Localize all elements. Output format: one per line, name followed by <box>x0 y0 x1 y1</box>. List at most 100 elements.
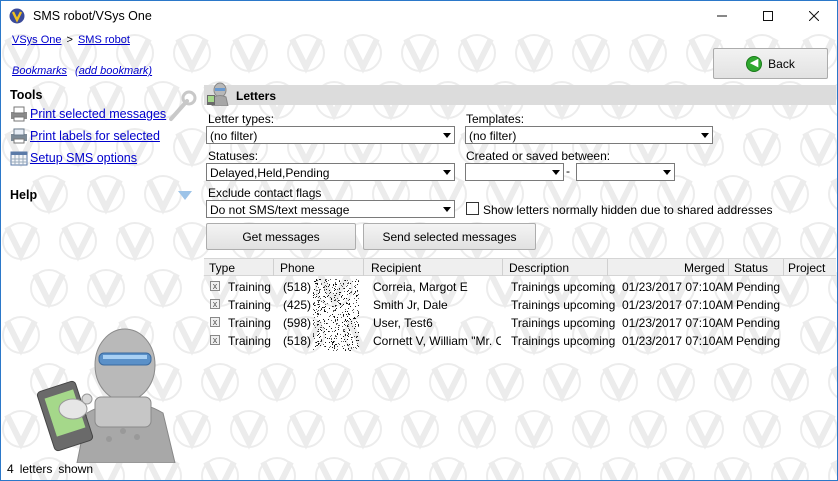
chevron-down-icon <box>701 133 709 138</box>
templates-select[interactable]: (no filter) <box>465 126 713 144</box>
table-row[interactable]: x Training (518) Correia, Margot E Train… <box>204 278 836 296</box>
print-selected-messages-link[interactable]: Print selected messages <box>10 105 166 123</box>
watermark-logo-icon <box>315 363 353 403</box>
cell-phone: (598) <box>283 316 312 330</box>
watermark-logo-icon <box>2 316 40 356</box>
row-checkbox[interactable]: x <box>210 317 220 327</box>
watermark-logo-icon <box>629 34 667 74</box>
cell-type: Training <box>228 334 271 348</box>
watermark-logo-icon <box>800 128 837 168</box>
column-header-merged[interactable]: Merged <box>684 261 725 275</box>
column-header-description[interactable]: Description <box>509 261 569 275</box>
statuses-label: Statuses: <box>208 149 259 163</box>
send-selected-messages-button[interactable]: Send selected messages <box>363 223 536 250</box>
row-checkbox[interactable]: x <box>210 281 220 291</box>
print-labels-label: Print labels for selected <box>30 129 160 143</box>
column-divider[interactable] <box>502 259 503 276</box>
column-divider[interactable] <box>273 259 274 276</box>
column-header-project[interactable]: Project <box>788 261 825 275</box>
watermark-logo-icon <box>30 269 68 309</box>
setup-sms-options-link[interactable]: Setup SMS options <box>10 149 137 167</box>
robot-letters-icon <box>207 82 229 106</box>
watermark-logo-icon <box>771 175 809 215</box>
print-labels-link[interactable]: Print labels for selected <box>10 127 160 145</box>
exclude-flags-value: Do not SMS/text message <box>210 203 350 217</box>
watermark-logo-icon <box>714 457 752 480</box>
column-divider[interactable] <box>607 259 608 276</box>
watermark-logo-icon <box>116 222 154 262</box>
bookmarks-link[interactable]: Bookmarks <box>12 65 67 77</box>
cell-status: Pending <box>736 280 781 294</box>
cell-phone: (425) <box>283 298 312 312</box>
watermark-logo-icon <box>344 34 382 74</box>
column-header-status[interactable]: Status <box>734 261 768 275</box>
column-divider[interactable] <box>363 259 364 276</box>
letter-types-select[interactable]: (no filter) <box>206 126 455 144</box>
watermark-logo-icon <box>144 175 182 215</box>
table-row[interactable]: x Training (518) Cornett V, William "Mr.… <box>204 332 836 350</box>
date-range-dash: - <box>566 164 570 178</box>
watermark-logo-icon <box>515 34 553 74</box>
breadcrumb-separator: > <box>66 34 73 46</box>
row-checkbox[interactable]: x <box>210 335 220 345</box>
watermark-logo-icon <box>743 128 781 168</box>
statuses-select[interactable]: Delayed,Held,Pending <box>206 163 455 181</box>
help-heading: Help <box>10 188 38 202</box>
add-bookmark-link[interactable]: (add bookmark) <box>75 65 152 77</box>
get-messages-button[interactable]: Get messages <box>206 223 356 250</box>
cell-phone: (518) <box>283 334 312 348</box>
setup-sms-options-label: Setup SMS options <box>30 151 138 165</box>
cell-description: Trainings upcoming <box>511 280 616 294</box>
column-header-phone[interactable]: Phone <box>280 261 315 275</box>
watermark-logo-icon <box>771 457 809 480</box>
cell-description: Trainings upcoming <box>511 316 616 330</box>
breadcrumb-home-link[interactable]: VSys One <box>12 34 62 46</box>
cell-merged: 01/23/2017 07:10AM <box>622 334 734 348</box>
app-window: SMS robot/VSys One VSys One > SMS robot Bo… <box>0 0 838 481</box>
watermark-logo-icon <box>201 457 239 480</box>
watermark-logo-icon <box>458 410 496 450</box>
column-divider[interactable] <box>728 259 729 276</box>
column-divider[interactable] <box>783 259 784 276</box>
letters-title: Letters <box>236 89 277 103</box>
watermark-logo-icon <box>458 34 496 74</box>
show-hidden-checkbox[interactable] <box>466 202 479 215</box>
letters-header-bar <box>204 85 836 105</box>
exclude-flags-select[interactable]: Do not SMS/text message <box>206 200 455 218</box>
watermark-logo-icon <box>344 410 382 450</box>
printer-icon <box>11 106 27 122</box>
letter-types-value: (no filter) <box>210 129 258 143</box>
watermark-logo-icon <box>2 410 40 450</box>
templates-label: Templates: <box>466 112 525 126</box>
watermark-logo-icon <box>828 177 837 211</box>
watermark-logo-icon <box>486 363 524 403</box>
watermark-logo-icon <box>144 269 182 309</box>
cell-status: Pending <box>736 316 781 330</box>
letter-types-label: Letter types: <box>208 112 275 126</box>
cell-type: Training <box>228 280 271 294</box>
table-row[interactable]: x Training (425) Smith Jr, Dale Training… <box>204 296 836 314</box>
watermark-logo-icon <box>429 363 467 403</box>
watermark-logo-icon <box>771 363 809 403</box>
breadcrumb: VSys One > SMS robot <box>12 34 130 46</box>
close-button[interactable] <box>791 1 837 31</box>
print-selected-messages-label: Print selected messages <box>30 107 167 121</box>
column-header-recipient[interactable]: Recipient <box>371 261 421 275</box>
help-expand-icon[interactable] <box>178 191 192 200</box>
row-checkbox[interactable]: x <box>210 299 220 309</box>
created-from-select[interactable] <box>465 163 564 181</box>
created-to-select[interactable] <box>576 163 675 181</box>
table-row[interactable]: x Training (598) User, Test6 Trainings u… <box>204 314 836 332</box>
breadcrumb-current-link[interactable]: SMS robot <box>78 34 130 46</box>
chevron-down-icon <box>443 170 451 175</box>
column-header-type[interactable]: Type <box>209 261 235 275</box>
minimize-button[interactable] <box>699 1 745 31</box>
back-button[interactable]: ◀ Back <box>713 48 828 79</box>
cell-recipient: Correia, Margot E <box>373 280 468 294</box>
maximize-button[interactable] <box>745 1 791 31</box>
watermark-logo-icon <box>572 410 610 450</box>
watermark-logo-icon <box>828 459 837 480</box>
bookmarks-bar: Bookmarks (add bookmark) <box>12 65 152 77</box>
watermark-logo-icon <box>686 410 724 450</box>
watermark-logo-icon <box>714 363 752 403</box>
